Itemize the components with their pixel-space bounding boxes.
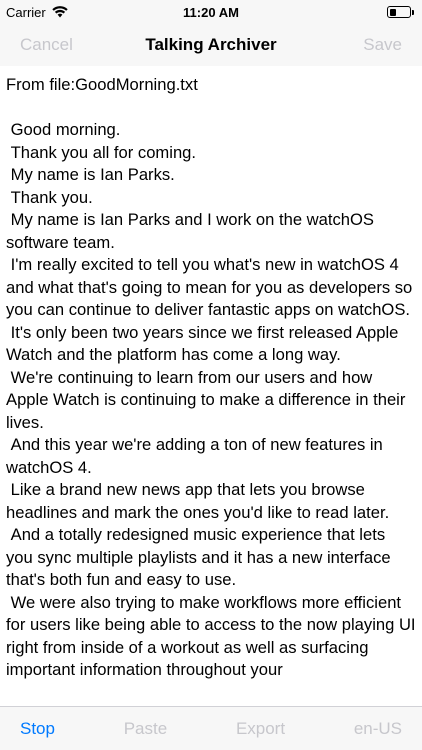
cancel-button[interactable]: Cancel <box>20 35 73 55</box>
transcript-line: My name is Ian Parks. <box>6 165 175 184</box>
paste-button[interactable]: Paste <box>124 719 167 739</box>
bottom-toolbar: Stop Paste Export en-US <box>0 706 422 750</box>
transcript-line: My name is Ian Parks and I work on the w… <box>6 210 379 252</box>
transcript-text-view[interactable]: From file:GoodMorning.txt Good morning. … <box>0 66 422 706</box>
transcript-line: We're continuing to learn from our users… <box>6 367 411 432</box>
wifi-icon <box>52 6 68 18</box>
transcript-line: Thank you. <box>6 187 93 207</box>
battery-cap <box>412 9 414 15</box>
transcript-line: And a totally redesigned music experienc… <box>6 525 396 589</box>
stop-button[interactable]: Stop <box>20 719 55 739</box>
save-button[interactable]: Save <box>363 35 402 55</box>
export-button[interactable]: Export <box>236 719 285 739</box>
transcript-line: Good morning. <box>6 120 121 139</box>
battery-body <box>387 6 411 18</box>
language-button[interactable]: en-US <box>354 719 402 739</box>
transcript-line: Like a brand new news app that lets you … <box>6 480 390 522</box>
transcript-line: I'm really excited to tell you what's ne… <box>6 255 417 319</box>
screen: Carrier 11:20 AM Cancel Talking Archiver… <box>0 0 422 750</box>
carrier-label: Carrier <box>6 4 46 20</box>
transcript-line: And this year we're adding a ton of new … <box>6 435 388 477</box>
navigation-bar: Cancel Talking Archiver Save <box>0 24 422 66</box>
transcript-line: It's only been two years since we first … <box>6 322 404 365</box>
battery-icon <box>387 6 414 18</box>
battery-fill <box>389 8 397 16</box>
status-left: Carrier <box>6 5 68 20</box>
file-label: From file:GoodMorning.txt <box>6 75 198 94</box>
transcript-line: Thank you all for coming. <box>6 142 197 162</box>
transcript-line: We were also trying to make workflows mo… <box>6 592 421 680</box>
status-bar: Carrier 11:20 AM <box>0 0 422 24</box>
